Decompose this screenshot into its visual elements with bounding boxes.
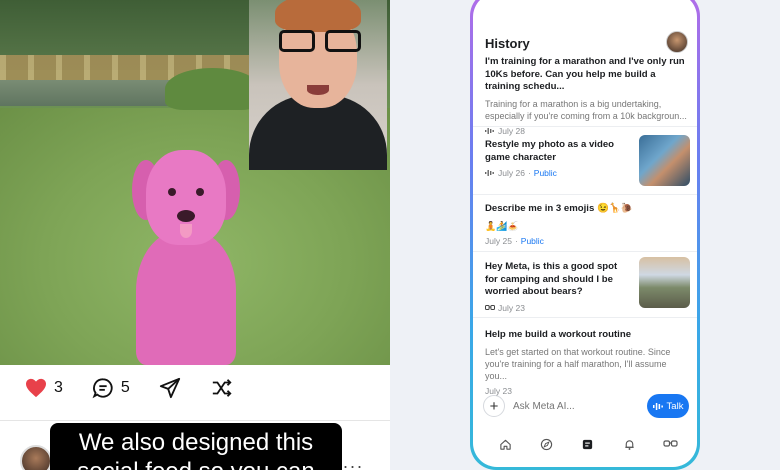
history-item-title: Help me build a workout routine bbox=[485, 329, 632, 340]
history-item-title: I'm training for a marathon and I've onl… bbox=[485, 56, 685, 92]
history-item-title: Restyle my photo as a video game charact… bbox=[485, 139, 615, 163]
post-actions: 3 5 bbox=[0, 370, 390, 406]
more-options-button[interactable]: ... bbox=[343, 452, 364, 470]
avatar[interactable] bbox=[20, 445, 52, 470]
page-title: History bbox=[485, 36, 530, 51]
history-item-preview: Training for a marathon is a big underta… bbox=[485, 98, 687, 121]
history-item-date: July 25 bbox=[485, 235, 512, 246]
app-root: 3 5 ... We also designed this so bbox=[0, 0, 780, 470]
bell-icon[interactable] bbox=[621, 436, 637, 452]
history-item[interactable]: Restyle my photo as a video game charact… bbox=[485, 135, 690, 186]
phone-frame: History I'm training for a marathon and … bbox=[470, 0, 700, 470]
home-icon[interactable] bbox=[498, 436, 514, 452]
visibility-label: Public bbox=[533, 168, 557, 178]
photo-thumbnail[interactable] bbox=[639, 135, 690, 186]
history-item[interactable]: Describe me in 3 emojis 😉🦒🐌 🧘🏄🍝 July 25 … bbox=[485, 203, 690, 246]
add-button[interactable]: + bbox=[483, 395, 505, 417]
share-button[interactable] bbox=[158, 376, 182, 400]
discover-icon[interactable] bbox=[539, 436, 555, 452]
divider bbox=[0, 420, 390, 421]
history-icon[interactable] bbox=[580, 436, 596, 452]
like-button[interactable]: 3 bbox=[24, 376, 63, 400]
history-item-preview: 🧘🏄🍝 bbox=[485, 220, 519, 231]
remix-button[interactable] bbox=[210, 376, 234, 400]
history-screen: History I'm training for a marathon and … bbox=[473, 0, 697, 467]
history-item-title: Describe me in 3 emojis 😉🦒🐌 bbox=[485, 203, 633, 214]
talk-button[interactable]: Talk bbox=[647, 394, 689, 418]
history-item-date: July 23 bbox=[498, 302, 525, 313]
heart-icon bbox=[24, 376, 48, 400]
photo-thumbnail[interactable] bbox=[639, 257, 690, 308]
like-count: 3 bbox=[54, 379, 63, 396]
video-caption: We also designed this social feed so you… bbox=[50, 423, 342, 470]
history-item-date: July 26 bbox=[498, 168, 525, 178]
profile-avatar[interactable] bbox=[666, 31, 688, 53]
history-item[interactable]: I'm training for a marathon and I've onl… bbox=[485, 56, 690, 136]
history-item[interactable]: Hey Meta, is this a good spot for campin… bbox=[485, 257, 690, 313]
voice-wave-icon bbox=[652, 402, 663, 411]
shuffle-icon bbox=[210, 376, 234, 400]
comment-icon bbox=[91, 376, 115, 400]
pink-dog bbox=[128, 150, 243, 365]
talk-label: Talk bbox=[666, 400, 684, 412]
post-photo[interactable] bbox=[0, 0, 390, 365]
bottom-nav bbox=[473, 433, 697, 455]
history-item-preview: Let's get started on that workout routin… bbox=[485, 346, 671, 381]
presenter-video bbox=[249, 0, 387, 170]
history-item-title: Hey Meta, is this a good spot for campin… bbox=[485, 261, 618, 297]
visibility-label: Public bbox=[520, 235, 544, 246]
comment-count: 5 bbox=[120, 379, 130, 396]
voice-wave-icon bbox=[485, 127, 495, 135]
history-item-date: July 28 bbox=[498, 125, 525, 136]
glasses-icon bbox=[485, 304, 495, 311]
glasses-icon[interactable] bbox=[662, 436, 678, 452]
comment-button[interactable]: 5 bbox=[91, 376, 130, 400]
ask-meta-input[interactable] bbox=[513, 400, 623, 412]
history-item[interactable]: Help me build a workout routine Let's ge… bbox=[485, 329, 690, 396]
voice-wave-icon bbox=[485, 169, 495, 177]
social-post: 3 5 ... We also designed this so bbox=[0, 0, 390, 470]
composer: + Talk bbox=[483, 393, 689, 419]
send-icon bbox=[158, 376, 182, 400]
